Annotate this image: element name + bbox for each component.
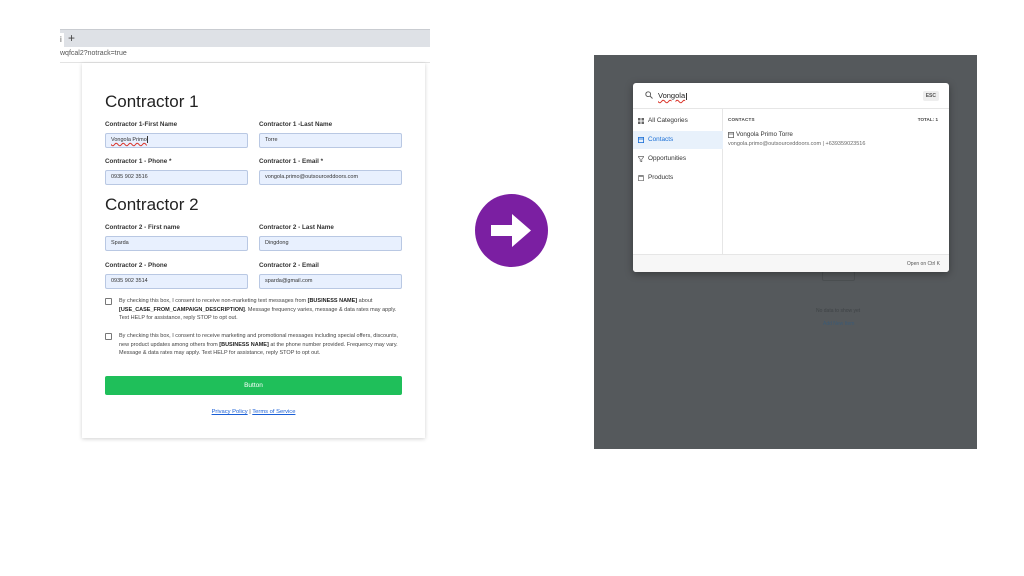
search-header: Vongola ESC: [633, 83, 949, 109]
category-all-label: All Categories: [648, 117, 688, 124]
search-results-pane: CONTACTS TOTAL: 1 Vongola Primo Torre vo…: [724, 109, 949, 254]
terms-of-service-link[interactable]: Terms of Service: [252, 409, 295, 415]
new-tab-icon[interactable]: +: [68, 30, 75, 46]
search-result-item[interactable]: Vongola Primo Torre vongola.primo@outsou…: [728, 131, 938, 153]
results-section-header: CONTACTS: [728, 117, 755, 122]
contractor2-phone-input[interactable]: 0935 902 3514: [105, 274, 248, 289]
right-arrow-icon: [475, 194, 548, 267]
category-products[interactable]: Products: [633, 169, 723, 187]
search-input[interactable]: Vongola: [658, 91, 687, 100]
consent-marketing-text: By checking this box, I consent to recei…: [119, 332, 403, 358]
contractor2-first-name-label: Contractor 2 - First name: [105, 224, 180, 231]
consent-marketing: By checking this box, I consent to recei…: [105, 332, 405, 358]
consent2-business-name: [BUSINESS NAME]: [219, 341, 269, 348]
consent1-text-a: By checking this box, I consent to recei…: [119, 298, 308, 304]
category-sidebar: All Categories Contacts Opportunities Pr…: [633, 109, 723, 254]
contractor-form-card: Contractor 1 Contractor 1-First Name Von…: [82, 63, 425, 438]
policy-links: Privacy Policy | Terms of Service: [82, 409, 425, 415]
category-opportunities[interactable]: Opportunities: [633, 150, 723, 168]
global-search-modal: Vongola ESC All Categories Contacts Oppo…: [633, 83, 949, 272]
contractor1-first-name-label: Contractor 1-First Name: [105, 121, 178, 128]
contractor2-phone-label: Contractor 2 - Phone: [105, 262, 168, 269]
background-add-link: Add New Item: [823, 321, 855, 327]
search-modal-footer: Open on Ctrl K: [633, 254, 949, 272]
browser-tab-bar: i +: [60, 29, 430, 48]
contractor1-first-name-input[interactable]: Vongola Primo: [105, 133, 248, 148]
consent1-use-case: [USE_CASE_FROM_CAMPAIGN_DESCRIPTION]: [119, 306, 245, 313]
background-empty-state-box: [822, 271, 855, 281]
esc-button[interactable]: ESC: [922, 91, 939, 101]
contractor1-title: Contractor 1: [105, 92, 199, 111]
results-total: TOTAL: 1: [917, 117, 938, 122]
contractor1-last-name-input[interactable]: Torre: [259, 133, 402, 148]
keyboard-shortcut-hint: Open on Ctrl K: [906, 261, 940, 267]
consent1-business-name: [BUSINESS NAME]: [307, 298, 358, 304]
grid-icon: [638, 118, 644, 124]
contractor1-phone-input[interactable]: 0935 902 3516: [105, 170, 248, 185]
contact-card-icon: [638, 137, 644, 143]
contact-card-icon: [728, 132, 734, 138]
background-empty-text: No data to show yet: [816, 308, 861, 314]
contractor1-phone-label: Contractor 1 - Phone *: [105, 158, 172, 165]
search-caret: [685, 92, 687, 100]
search-icon: [645, 91, 653, 99]
contractor2-first-name-input[interactable]: Sparda: [105, 236, 248, 251]
contractor2-email-label: Contractor 2 - Email: [259, 262, 319, 269]
url-text: wqfcal2?notrack=true: [60, 50, 127, 57]
comparison-stage: i + wqfcal2?notrack=true Contractor 1 Co…: [0, 0, 1024, 576]
contractor2-last-name-label: Contractor 2 - Last Name: [259, 224, 334, 231]
contractor1-email-label: Contractor 1 - Email *: [259, 158, 324, 165]
contractor2-title: Contractor 2: [105, 195, 199, 214]
privacy-policy-link[interactable]: Privacy Policy: [212, 409, 248, 415]
text-caret: [147, 136, 148, 144]
consent-marketing-checkbox[interactable]: [105, 333, 112, 340]
consent-non-marketing-text: By checking this box, I consent to recei…: [119, 297, 403, 323]
browser-tab[interactable]: i: [60, 33, 64, 48]
funnel-icon: [638, 156, 644, 162]
category-all[interactable]: All Categories: [633, 112, 723, 130]
consent-non-marketing-checkbox[interactable]: [105, 298, 112, 305]
address-bar[interactable]: wqfcal2?notrack=true: [60, 47, 430, 63]
category-opportunities-label: Opportunities: [648, 155, 687, 162]
tab-title-fragment: i: [60, 35, 62, 44]
app-screenshot-overlay: No data to show yet Add New Item Vongola…: [594, 55, 977, 449]
first-name-value: Vongola Primo: [111, 137, 147, 143]
box-icon: [638, 175, 644, 181]
category-products-label: Products: [648, 174, 674, 181]
category-contacts-label: Contacts: [648, 136, 674, 143]
category-contacts[interactable]: Contacts: [633, 131, 723, 149]
consent-non-marketing: By checking this box, I consent to recei…: [105, 297, 405, 323]
search-query: Vongola: [658, 91, 686, 100]
contractor2-email-input[interactable]: sparda@gmail.com: [259, 274, 402, 289]
contractor2-last-name-input[interactable]: Dingdong: [259, 236, 402, 251]
contractor1-last-name-label: Contractor 1 -Last Name: [259, 121, 333, 128]
contractor1-email-input[interactable]: vongola.primo@outsourceddoors.com: [259, 170, 402, 185]
result-contact-detail: vongola.primo@outsourceddoors.com | +639…: [728, 141, 866, 147]
result-contact-name: Vongola Primo Torre: [736, 131, 793, 138]
submit-button[interactable]: Button: [105, 376, 402, 395]
consent1-text-b: about: [357, 298, 373, 304]
